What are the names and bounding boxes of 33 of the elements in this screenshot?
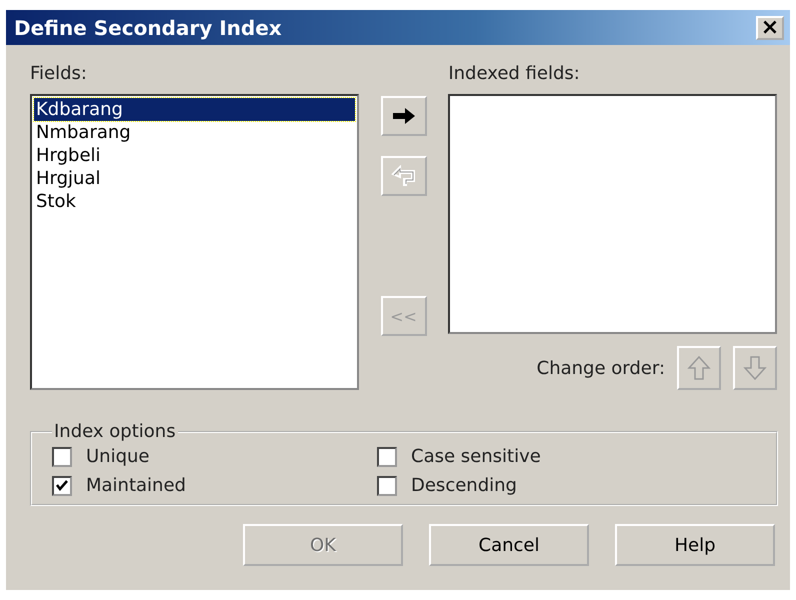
option-checkbox[interactable]: Case sensitive — [377, 446, 756, 467]
checkbox[interactable] — [377, 446, 397, 466]
dialog-button[interactable]: Help — [615, 524, 775, 566]
option-label: Descending — [411, 475, 517, 496]
list-item[interactable]: Hrgbeli — [34, 144, 355, 167]
arrow-down-icon — [743, 355, 768, 381]
list-item[interactable]: Stok — [34, 190, 355, 213]
window-title: Define Secondary Index — [14, 16, 282, 40]
close-button[interactable]: × — [756, 16, 784, 40]
arrow-right-icon — [390, 106, 416, 126]
fields-label: Fields: — [30, 63, 87, 84]
checkbox[interactable] — [52, 446, 72, 466]
checked-checkbox[interactable] — [52, 476, 72, 496]
list-item[interactable]: Nmbarang — [34, 121, 355, 144]
fields-list[interactable]: Kdbarang Nmbarang Hrgbeli Hrgjual Stok — [30, 94, 359, 390]
option-label: Unique — [86, 446, 150, 467]
indexed-fields-list[interactable] — [448, 94, 778, 334]
checkmark-icon — [55, 478, 69, 492]
group-title: Index options — [53, 421, 177, 442]
option-checkbox[interactable]: Maintained — [52, 475, 377, 496]
option-label: Maintained — [86, 475, 186, 496]
dialog-button[interactable]: Cancel — [429, 524, 589, 566]
return-arrow-icon — [390, 165, 416, 187]
list-item[interactable]: Hrgjual — [34, 167, 355, 190]
option-checkbox[interactable]: Unique — [52, 446, 377, 467]
list-item[interactable]: Kdbarang — [34, 98, 355, 121]
option-checkbox[interactable]: Descending — [377, 475, 756, 496]
arrow-up-icon — [687, 355, 712, 381]
add-field-button[interactable] — [380, 96, 426, 136]
option-label: Case sensitive — [411, 446, 541, 467]
checkbox[interactable] — [377, 476, 397, 496]
indexed-fields-label: Indexed fields: — [448, 63, 580, 84]
change-order-label: Change order: — [536, 358, 666, 378]
